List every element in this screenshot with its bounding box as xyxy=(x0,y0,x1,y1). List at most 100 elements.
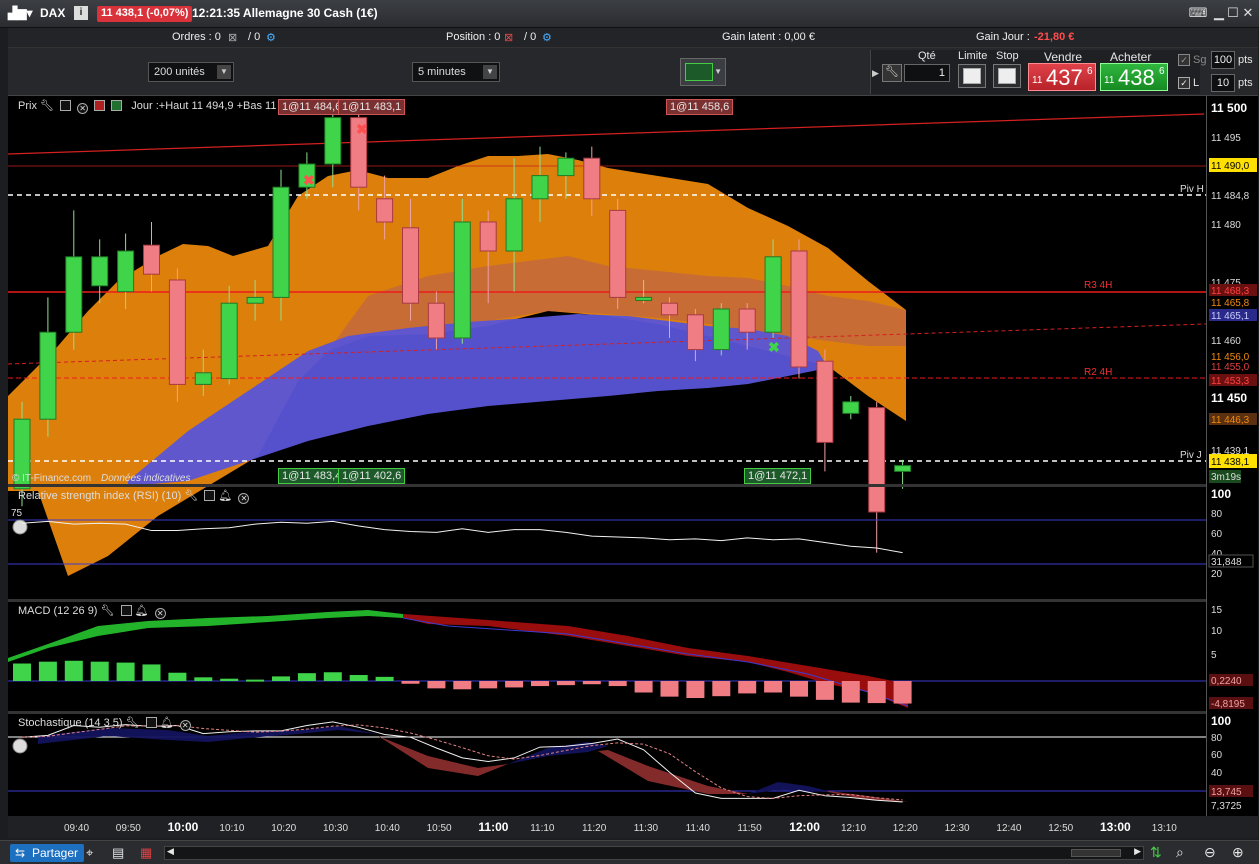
alert-up-icon[interactable] xyxy=(111,100,123,111)
notes-icon[interactable]: ▤ xyxy=(112,845,124,861)
candle[interactable] xyxy=(712,308,730,351)
wrench-icon[interactable]: 🔧︎ xyxy=(40,100,54,112)
close-icon[interactable]: ✕ xyxy=(179,720,191,731)
zoom-fit-icon[interactable]: ⌕ xyxy=(1176,844,1184,861)
candle[interactable] xyxy=(764,256,782,333)
y-axis[interactable]: 11 500 11 495 11 480 11 475 11 460 11 45… xyxy=(1206,96,1258,816)
candle[interactable] xyxy=(505,198,523,252)
stochastic-pane[interactable] xyxy=(8,721,1206,803)
bell-icon[interactable]: 🔔︎ xyxy=(160,717,174,729)
orders-settings-icon[interactable]: ⚙ xyxy=(266,31,276,44)
orders-cancel-icon[interactable]: ⊠ xyxy=(228,31,237,44)
candle[interactable] xyxy=(557,157,575,177)
window-icon[interactable] xyxy=(60,100,72,111)
trade-tag[interactable]: 1@11 458,6 xyxy=(666,99,734,115)
bell-icon[interactable]: 🔔︎ xyxy=(218,490,232,502)
layout-icon[interactable]: ▦ xyxy=(140,845,152,861)
indicator-button[interactable]: ▼ xyxy=(680,58,726,86)
candle[interactable] xyxy=(324,117,342,165)
limit-order-button[interactable] xyxy=(958,64,986,88)
candle[interactable] xyxy=(246,296,264,304)
candle[interactable] xyxy=(738,308,756,333)
stop-order-button[interactable] xyxy=(993,64,1021,88)
bell-icon[interactable]: 🔔︎ xyxy=(135,605,149,617)
minimize-icon[interactable]: ▁ xyxy=(1212,5,1226,21)
wrench-icon[interactable]: 🔧︎ xyxy=(101,605,115,617)
sg-input[interactable] xyxy=(1211,51,1235,69)
expand-icon[interactable]: ▶ xyxy=(872,68,879,79)
scrollbar-thumb[interactable] xyxy=(1071,849,1121,857)
candle[interactable] xyxy=(143,244,160,275)
share-button[interactable]: ⇆ Partager xyxy=(10,844,85,862)
candle[interactable] xyxy=(583,157,601,200)
units-dropdown[interactable]: 200 unités ▼ xyxy=(148,62,234,82)
close-icon[interactable]: ✕ xyxy=(77,103,89,114)
position-cancel-icon[interactable]: ⊠ xyxy=(504,31,513,44)
candle[interactable] xyxy=(39,331,57,420)
rsi-lock-icon[interactable] xyxy=(12,519,28,535)
trade-tag[interactable]: 1@11 402,6 xyxy=(338,468,406,484)
sell-button[interactable]: 11 437 6 xyxy=(1028,63,1096,91)
candle[interactable] xyxy=(635,296,653,301)
alert-down-icon[interactable] xyxy=(94,100,106,111)
scroll-left-icon[interactable]: ◀ xyxy=(167,846,174,857)
candle[interactable] xyxy=(686,314,704,351)
candle[interactable] xyxy=(91,256,109,287)
maximize-icon[interactable]: ☐ xyxy=(1226,5,1240,21)
candle[interactable] xyxy=(894,465,912,472)
wrench-icon[interactable]: 🔧︎ xyxy=(882,64,902,82)
pane-separator[interactable] xyxy=(8,711,1206,714)
candle[interactable] xyxy=(661,302,678,316)
pane-separator[interactable] xyxy=(8,599,1206,602)
zoom-out-icon[interactable]: ⊖ xyxy=(1204,844,1216,861)
candle[interactable] xyxy=(842,401,860,414)
chart-canvas[interactable]: Piv H Piv J R3 4H R2 4H © IT-Finance.com… xyxy=(7,96,1207,816)
timeframe-dropdown[interactable]: 5 minutes ▼ xyxy=(412,62,500,82)
zoom-in-icon[interactable]: ⊕ xyxy=(1232,844,1244,861)
candle[interactable] xyxy=(868,407,886,513)
candle[interactable] xyxy=(376,198,394,223)
candle[interactable] xyxy=(402,227,419,304)
candle[interactable] xyxy=(194,372,212,385)
chart-type-icon[interactable]: ▟▆▾ xyxy=(8,6,32,20)
candle[interactable] xyxy=(531,175,549,200)
scroll-right-icon[interactable]: ▶ xyxy=(1134,846,1141,857)
close-icon[interactable]: ✕ xyxy=(238,493,250,504)
trade-tag[interactable]: 1@11 483,1 xyxy=(338,99,406,115)
close-icon[interactable]: ✕ xyxy=(154,608,166,619)
qty-input[interactable] xyxy=(904,64,950,82)
candle[interactable] xyxy=(117,250,135,293)
wrench-icon[interactable]: 🔧︎ xyxy=(126,717,140,729)
candle[interactable] xyxy=(272,186,290,298)
pane-separator[interactable] xyxy=(8,484,1206,487)
window-icon[interactable] xyxy=(204,490,216,501)
auto-scale-icon[interactable]: ⇅ xyxy=(1150,844,1162,861)
horizontal-scrollbar[interactable]: ◀ ▶ xyxy=(164,846,1144,860)
orders-label[interactable]: Ordres : 0 xyxy=(172,31,221,43)
candle[interactable] xyxy=(453,221,471,339)
candle[interactable] xyxy=(427,302,445,339)
trade-tag[interactable]: 1@11 483,4 xyxy=(278,468,346,484)
candle[interactable] xyxy=(220,302,238,380)
sg-checkbox[interactable]: ✓ xyxy=(1178,54,1190,66)
candle[interactable] xyxy=(609,209,627,298)
candle[interactable] xyxy=(816,360,834,443)
keyboard-icon[interactable]: ⌨ xyxy=(1188,5,1208,21)
candle[interactable] xyxy=(479,221,497,252)
x-axis[interactable]: 09:40 09:50 10:00 10:10 10:20 10:30 10:40 10:50… xyxy=(8,816,1258,838)
position-label[interactable]: Position : 0 xyxy=(446,31,500,43)
window-icon[interactable] xyxy=(120,605,132,616)
stoch-lock-icon[interactable] xyxy=(12,738,28,754)
candle[interactable] xyxy=(65,256,83,333)
cursor-tool-icon[interactable]: ⌖ xyxy=(86,845,93,861)
trade-tag[interactable]: 1@11 472,1 xyxy=(744,468,812,484)
macd-pane[interactable] xyxy=(8,610,1206,708)
symbol-label[interactable]: DAX xyxy=(40,6,65,20)
close-icon[interactable]: ✕ xyxy=(1241,5,1255,21)
candle[interactable] xyxy=(790,250,808,368)
wrench-icon[interactable]: 🔧︎ xyxy=(184,490,198,502)
position-settings-icon[interactable]: ⚙ xyxy=(542,31,552,44)
rsi-pane[interactable]: 75 xyxy=(8,508,1206,565)
window-icon[interactable] xyxy=(145,717,157,728)
l-input[interactable] xyxy=(1211,74,1235,92)
